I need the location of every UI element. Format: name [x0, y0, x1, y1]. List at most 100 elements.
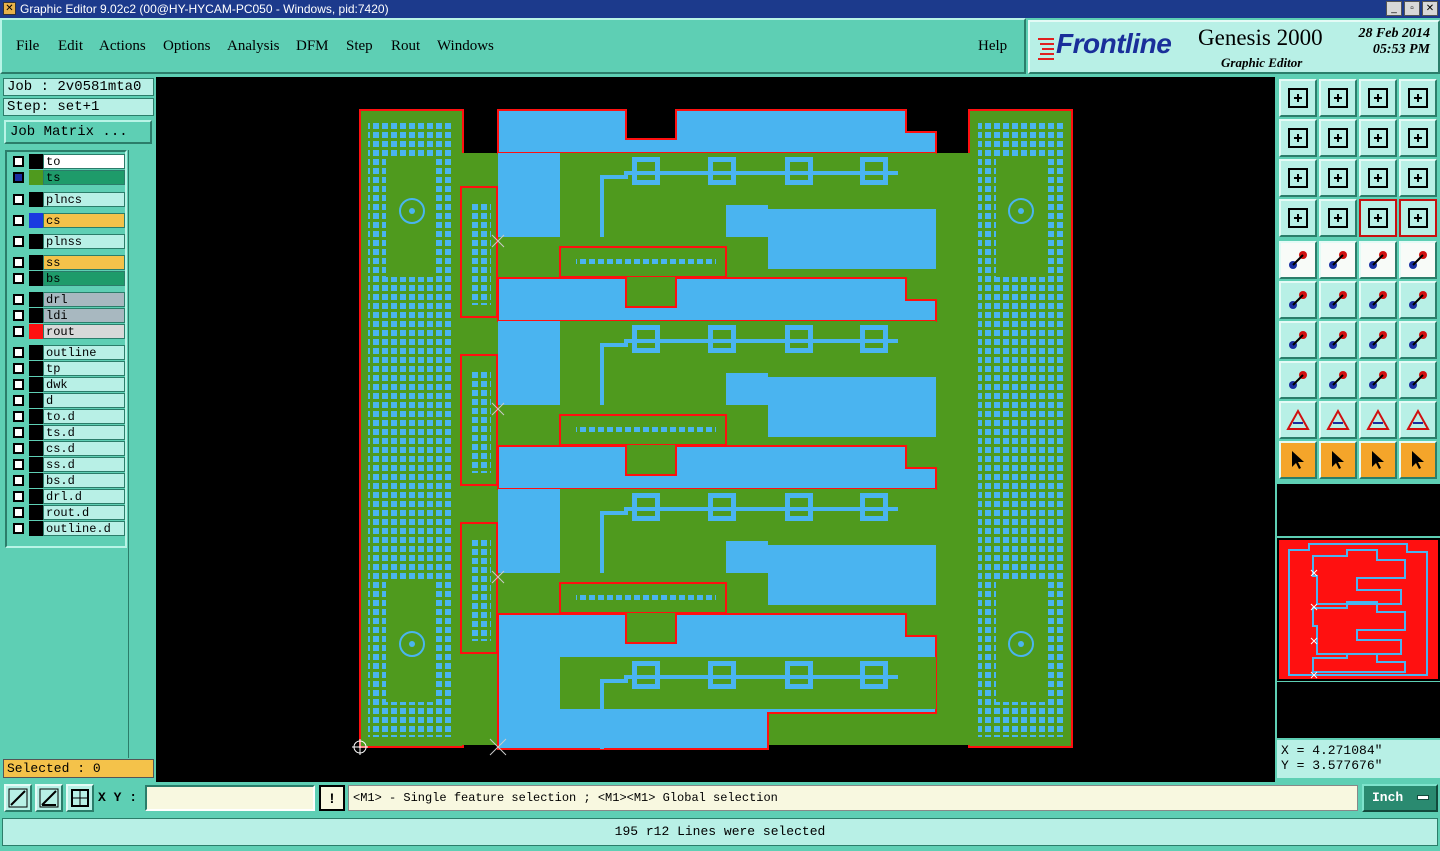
pad-tool-button[interactable]: [1399, 241, 1437, 279]
menu-rout[interactable]: Rout: [391, 38, 420, 55]
layer-checkbox[interactable]: [13, 475, 24, 486]
layer-checkbox[interactable]: [13, 294, 24, 305]
line-tool-tool-button[interactable]: [1319, 321, 1357, 359]
connect-tool-button[interactable]: [1279, 281, 1317, 319]
zoom-in-tool-button[interactable]: [1279, 119, 1317, 157]
add-pad-tool-button[interactable]: [1279, 241, 1317, 279]
layer-row-ss[interactable]: ss: [9, 255, 125, 270]
save-tool-button[interactable]: [1319, 79, 1357, 117]
graphic-canvas[interactable]: [156, 77, 1275, 782]
layer-row-dwk[interactable]: dwk: [9, 377, 125, 392]
layer-row-ts-d[interactable]: ts.d: [9, 425, 125, 440]
angle-tool-tool-button[interactable]: [1279, 321, 1317, 359]
break-tool-button[interactable]: [1359, 361, 1397, 399]
open-job-tool-button[interactable]: [1279, 79, 1317, 117]
delete-tool-button[interactable]: [1319, 281, 1357, 319]
route-pointer-tool-button[interactable]: [1399, 441, 1437, 479]
help-tool-button[interactable]: [1399, 159, 1437, 197]
layer-checkbox[interactable]: [13, 507, 24, 518]
menu-analysis[interactable]: Analysis: [227, 38, 280, 55]
triangle-a-tool-button[interactable]: [1279, 401, 1317, 439]
menu-dfm[interactable]: DFM: [296, 38, 329, 55]
copy-tool-button[interactable]: [1399, 281, 1437, 319]
layer-checkbox[interactable]: [13, 459, 24, 470]
layer-row-plnss[interactable]: plnss: [9, 234, 125, 249]
measure-tool-button[interactable]: [1279, 199, 1317, 237]
menu-file[interactable]: File: [16, 38, 39, 55]
layer-name[interactable]: plncs: [43, 192, 125, 207]
layer-name[interactable]: dwk: [43, 377, 125, 392]
line-select-tool-button[interactable]: [1319, 361, 1357, 399]
angle-mode-button[interactable]: [35, 784, 63, 812]
layer-name[interactable]: ss.d: [43, 457, 125, 472]
layer-checkbox[interactable]: [13, 347, 24, 358]
menu-edit[interactable]: Edit: [58, 38, 83, 55]
fit-all-tool-button[interactable]: [1279, 159, 1317, 197]
layer-checkbox[interactable]: [13, 443, 24, 454]
layer-checkbox[interactable]: [13, 363, 24, 374]
menu-options[interactable]: Options: [163, 38, 211, 55]
job-matrix-button[interactable]: Job Matrix ...: [4, 120, 152, 144]
layer-row-cs[interactable]: cs: [9, 213, 125, 228]
layer-name[interactable]: bs: [43, 271, 125, 286]
layer-row-ldi[interactable]: ldi: [9, 308, 125, 323]
layer-name[interactable]: drl.d: [43, 489, 125, 504]
layer-checkbox[interactable]: [13, 215, 24, 226]
scale-tool-button[interactable]: [1359, 159, 1397, 197]
layer-row-to[interactable]: to: [9, 154, 125, 169]
menu-help[interactable]: Help: [978, 38, 1007, 55]
layer-name[interactable]: outline.d: [43, 521, 125, 536]
snap-tool-button[interactable]: [1319, 199, 1357, 237]
layer-row-outline[interactable]: outline: [9, 345, 125, 360]
cluster-tool-button[interactable]: [1399, 361, 1437, 399]
snap-mode-button[interactable]: [4, 784, 32, 812]
arc-tool-tool-button[interactable]: [1359, 321, 1397, 359]
layer-checkbox[interactable]: [13, 273, 24, 284]
resize-tool-button[interactable]: [1399, 321, 1437, 359]
layer-checkbox[interactable]: [13, 194, 24, 205]
menu-step[interactable]: Step: [346, 38, 373, 55]
layer-row-rout-d[interactable]: rout.d: [9, 505, 125, 520]
layer-name[interactable]: cs.d: [43, 441, 125, 456]
layer-color-tool-button[interactable]: [1359, 199, 1397, 237]
layer-checkbox[interactable]: [13, 491, 24, 502]
layer-name[interactable]: rout: [43, 324, 125, 339]
pcb-panel-drawing[interactable]: [156, 77, 1275, 782]
center-tool-button[interactable]: [1319, 159, 1357, 197]
layer-name[interactable]: d: [43, 393, 125, 408]
layer-checkbox[interactable]: [13, 257, 24, 268]
layer-name[interactable]: plnss: [43, 234, 125, 249]
pointer-tool-button[interactable]: [1279, 441, 1317, 479]
transform-tool-button[interactable]: [1279, 361, 1317, 399]
layer-name[interactable]: bs.d: [43, 473, 125, 488]
home-tool-button[interactable]: [1359, 79, 1397, 117]
navigation-overview-map[interactable]: [1277, 538, 1440, 681]
layer-row-bs[interactable]: bs: [9, 271, 125, 286]
grid-mode-button[interactable]: [66, 784, 94, 812]
layer-checkbox[interactable]: [13, 411, 24, 422]
menu-windows[interactable]: Windows: [437, 38, 494, 55]
layer-name[interactable]: to.d: [43, 409, 125, 424]
layer-row-outline-d[interactable]: outline.d: [9, 521, 125, 536]
layer-checkbox[interactable]: [13, 523, 24, 534]
minimize-button[interactable]: _: [1386, 1, 1402, 16]
pan-tool-button[interactable]: [1359, 119, 1397, 157]
ruler-tool-button[interactable]: [1359, 241, 1397, 279]
layer-row-rout[interactable]: rout: [9, 324, 125, 339]
split-view-tool-button[interactable]: [1399, 79, 1437, 117]
layer-name[interactable]: ss: [43, 255, 125, 270]
layer-checkbox[interactable]: [13, 395, 24, 406]
layer-display-tool-button[interactable]: [1399, 199, 1437, 237]
close-button[interactable]: ✕: [1422, 1, 1438, 16]
layer-checkbox[interactable]: [13, 236, 24, 247]
layer-checkbox[interactable]: [13, 379, 24, 390]
triangle-c-tool-button[interactable]: [1359, 401, 1397, 439]
layer-row-tp[interactable]: tp: [9, 361, 125, 376]
layer-row-drl[interactable]: drl: [9, 292, 125, 307]
layer-name[interactable]: ts: [43, 170, 125, 185]
layer-row-plncs[interactable]: plncs: [9, 192, 125, 207]
triangle-b-tool-button[interactable]: [1319, 401, 1357, 439]
layer-checkbox[interactable]: [13, 310, 24, 321]
zoom-out-tool-button[interactable]: [1319, 119, 1357, 157]
triangle-d-tool-button[interactable]: [1399, 401, 1437, 439]
